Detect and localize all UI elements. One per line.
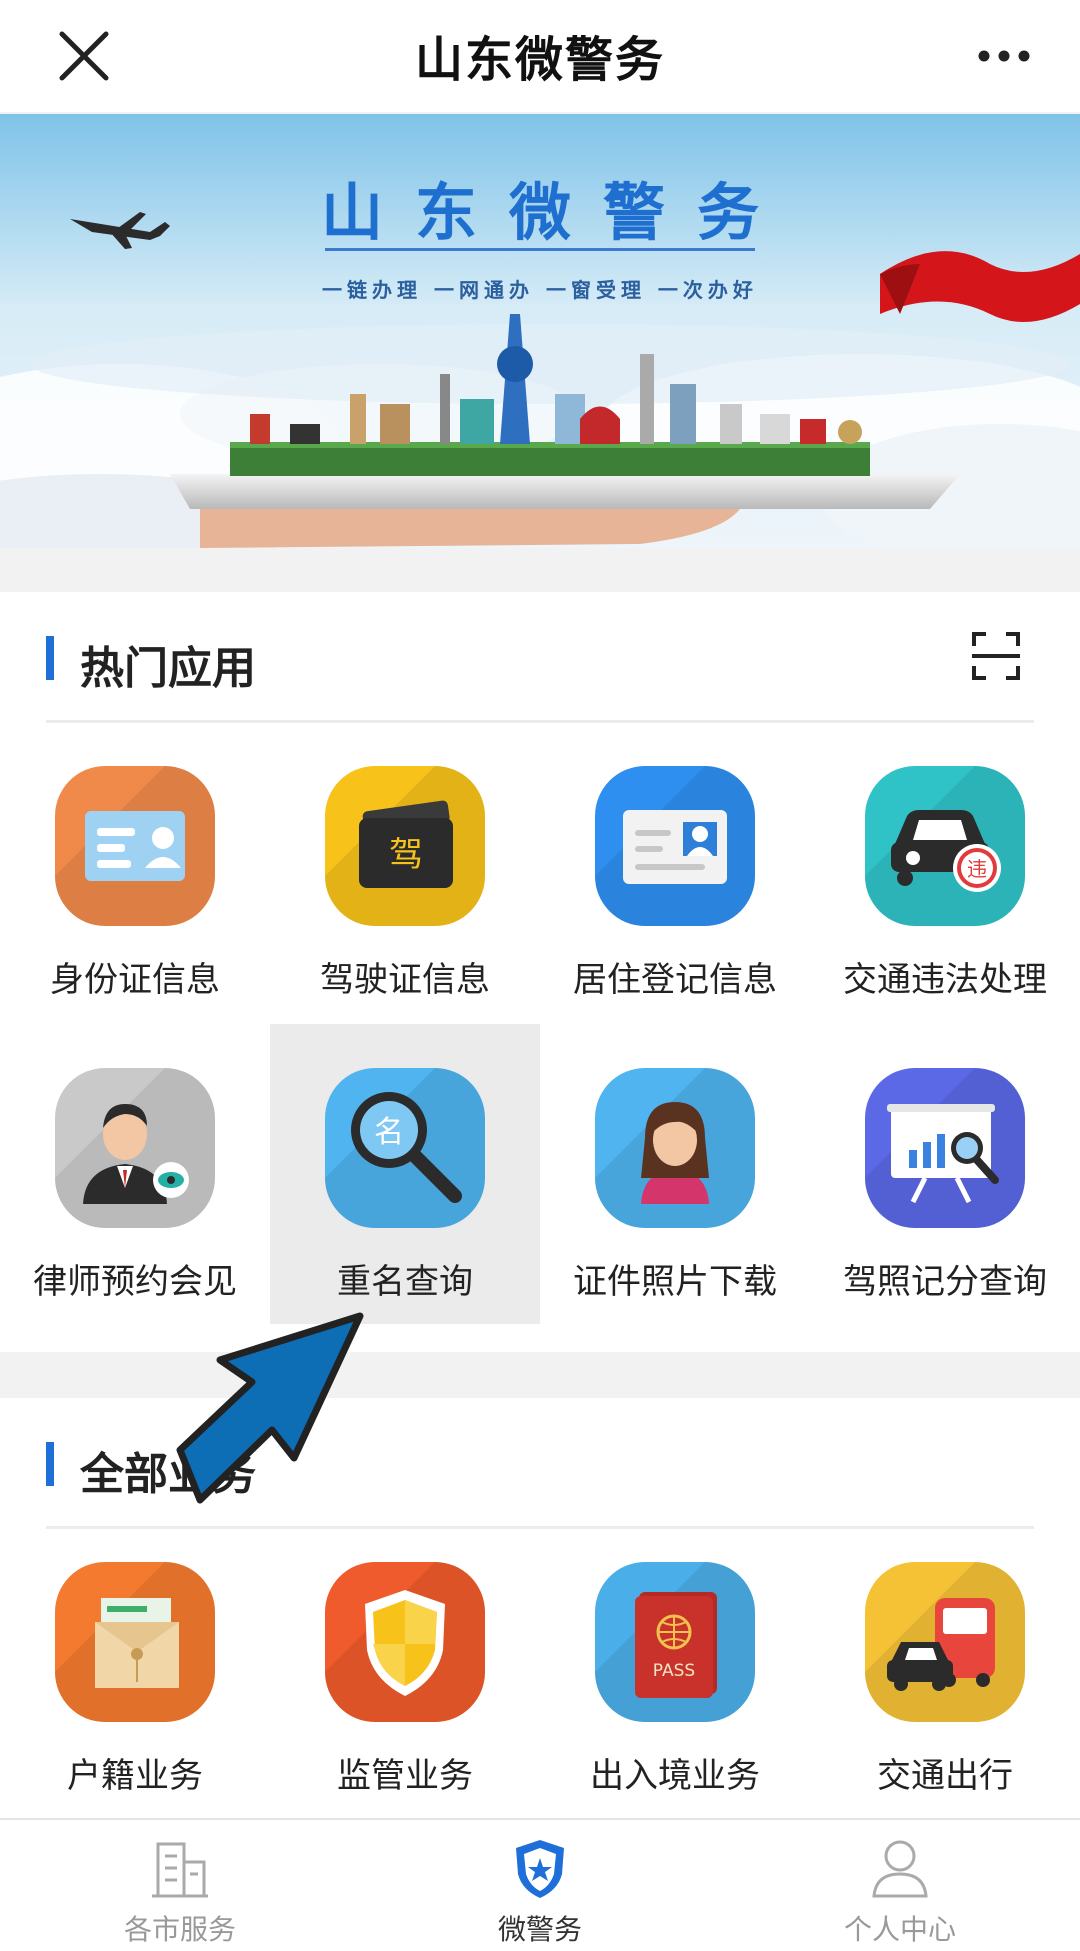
svg-text:名: 名 bbox=[374, 1115, 404, 1150]
banner[interactable]: 山东微警务 一链办理 一网通办 一窗受理 一次办好 bbox=[0, 114, 1080, 548]
residence-card-icon bbox=[595, 766, 755, 926]
scan-icon[interactable] bbox=[970, 630, 1022, 682]
app-label: 驾照记分查询 bbox=[843, 1262, 1047, 1302]
bottom-tab-bar: 各市服务 微警务 个人中心 bbox=[0, 1818, 1080, 1951]
tab-label: 各市服务 bbox=[123, 1913, 236, 1946]
svg-text:PASS: PASS bbox=[653, 1661, 695, 1681]
tab-label: 微警务 bbox=[497, 1913, 582, 1946]
hot-apps-section: 热门应用 身份证信息 驾 驾驶证信息 居住登记信息 违 交通违法处理 律师预约会… bbox=[0, 592, 1080, 1352]
service-label: 交通出行 bbox=[877, 1756, 1013, 1796]
service-item-supervision[interactable]: 监管业务 bbox=[270, 1538, 540, 1838]
service-item-household[interactable]: 户籍业务 bbox=[0, 1538, 270, 1838]
service-label: 户籍业务 bbox=[67, 1756, 203, 1796]
app-label: 居住登记信息 bbox=[573, 960, 777, 1000]
top-bar: 山东微警务 bbox=[0, 0, 1080, 112]
app-item-traffic-violation[interactable]: 违 交通违法处理 bbox=[810, 742, 1080, 1042]
app-item-license-points[interactable]: 驾照记分查询 bbox=[810, 1044, 1080, 1344]
license-points-chart-icon bbox=[865, 1068, 1025, 1228]
city-building-icon bbox=[150, 1836, 210, 1900]
police-shield-icon bbox=[510, 1836, 570, 1900]
app-item-id-card[interactable]: 身份证信息 bbox=[0, 742, 270, 1042]
id-photo-icon bbox=[595, 1068, 755, 1228]
id-card-icon bbox=[55, 766, 215, 926]
hot-apps-title: 热门应用 bbox=[80, 643, 256, 694]
service-item-exit-entry[interactable]: PASS 出入境业务 bbox=[540, 1538, 810, 1838]
banner-slogan: 一链办理 一网通办 一窗受理 一次办好 bbox=[322, 278, 758, 302]
lawyer-icon bbox=[55, 1068, 215, 1228]
driver-license-icon: 驾 bbox=[325, 766, 485, 926]
passport-icon: PASS bbox=[595, 1562, 755, 1722]
svg-text:驾: 驾 bbox=[389, 835, 423, 875]
person-icon bbox=[870, 1836, 930, 1900]
tab-micro-police[interactable]: 微警务 bbox=[360, 1820, 720, 1951]
section-accent-bar bbox=[46, 1442, 54, 1486]
service-label: 监管业务 bbox=[337, 1756, 473, 1796]
banner-divider bbox=[325, 248, 755, 251]
app-label: 证件照片下载 bbox=[573, 1262, 777, 1302]
app-label: 身份证信息 bbox=[50, 960, 220, 1000]
app-label: 驾驶证信息 bbox=[320, 960, 490, 1000]
app-item-residence[interactable]: 居住登记信息 bbox=[540, 742, 810, 1042]
app-item-id-photo[interactable]: 证件照片下载 bbox=[540, 1044, 810, 1344]
tab-personal-center[interactable]: 个人中心 bbox=[720, 1820, 1080, 1951]
supervision-shield-icon bbox=[325, 1562, 485, 1722]
app-label: 交通违法处理 bbox=[843, 960, 1047, 1000]
traffic-violation-car-icon: 违 bbox=[865, 766, 1025, 926]
name-search-icon: 名 bbox=[325, 1068, 485, 1228]
section-divider bbox=[46, 720, 1034, 723]
bus-car-icon bbox=[865, 1562, 1025, 1722]
page-title: 山东微警务 bbox=[414, 32, 665, 88]
tab-city-services[interactable]: 各市服务 bbox=[0, 1820, 360, 1951]
banner-title: 山东微警务 bbox=[320, 176, 791, 249]
section-accent-bar bbox=[46, 636, 54, 680]
more-options-icon[interactable] bbox=[972, 26, 1036, 86]
tab-label: 个人中心 bbox=[843, 1913, 956, 1946]
service-label: 出入境业务 bbox=[590, 1756, 760, 1796]
pointer-arrow-icon bbox=[160, 1290, 380, 1550]
svg-text:违: 违 bbox=[967, 857, 987, 881]
app-item-driver-license[interactable]: 驾 驾驶证信息 bbox=[270, 742, 540, 1042]
app-page: 山东微警务 山东微警务 一链办理 一网通办 一窗受理 一次办好 热门应用 身份证… bbox=[0, 0, 1080, 1951]
household-register-icon bbox=[55, 1562, 215, 1722]
service-item-traffic-travel[interactable]: 交通出行 bbox=[810, 1538, 1080, 1838]
app-item-name-search[interactable]: 名 重名查询 bbox=[270, 1024, 540, 1324]
